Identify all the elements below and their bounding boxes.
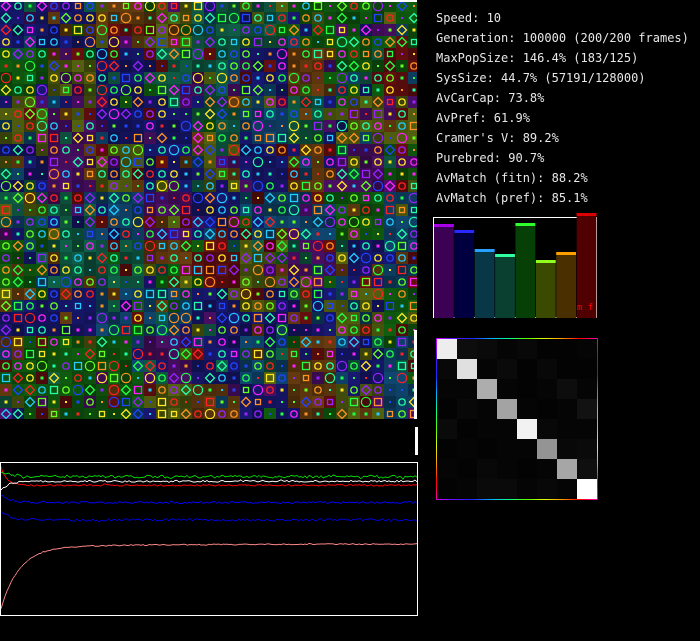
population-grid: [0, 0, 417, 419]
stat-purebred: Purebred: 90.7%: [436, 151, 545, 165]
stat-avmatch-pref: AvMatch (pref): 85.1%: [436, 191, 588, 205]
stat-avpref: AvPref: 61.9%: [436, 111, 530, 125]
stat-speed: Speed: 10: [436, 11, 502, 25]
stat-cramers-v: Cramer's V: 89.2%: [436, 131, 559, 145]
horizontal-slider-track[interactable]: [0, 0, 417, 2]
stats-panel: Speed: 10 Generation: 100000 (200/200 fr…: [436, 8, 689, 208]
species-histogram: [430, 210, 600, 322]
simulation-app: Speed: 10 Generation: 100000 (200/200 fr…: [0, 0, 700, 641]
population-grid-panel: [0, 0, 417, 419]
vertical-scrollbar-thumb[interactable]: [414, 330, 417, 419]
stat-avcarcap: AvCarCap: 73.8%: [436, 91, 545, 105]
history-chart-frame: [0, 462, 418, 616]
stat-syssize: SysSize: 44.7% (57191/128000): [436, 71, 646, 85]
interaction-matrix: [432, 334, 600, 502]
stat-avmatch-fitn: AvMatch (fitn): 88.2%: [436, 171, 588, 185]
stat-generation: Generation: 100000 (200/200 frames): [436, 31, 689, 45]
horizontal-slider-thumb[interactable]: [415, 427, 418, 455]
history-chart: [1, 463, 417, 615]
stat-maxpopsize: MaxPopSize: 146.4% (183/125): [436, 51, 639, 65]
